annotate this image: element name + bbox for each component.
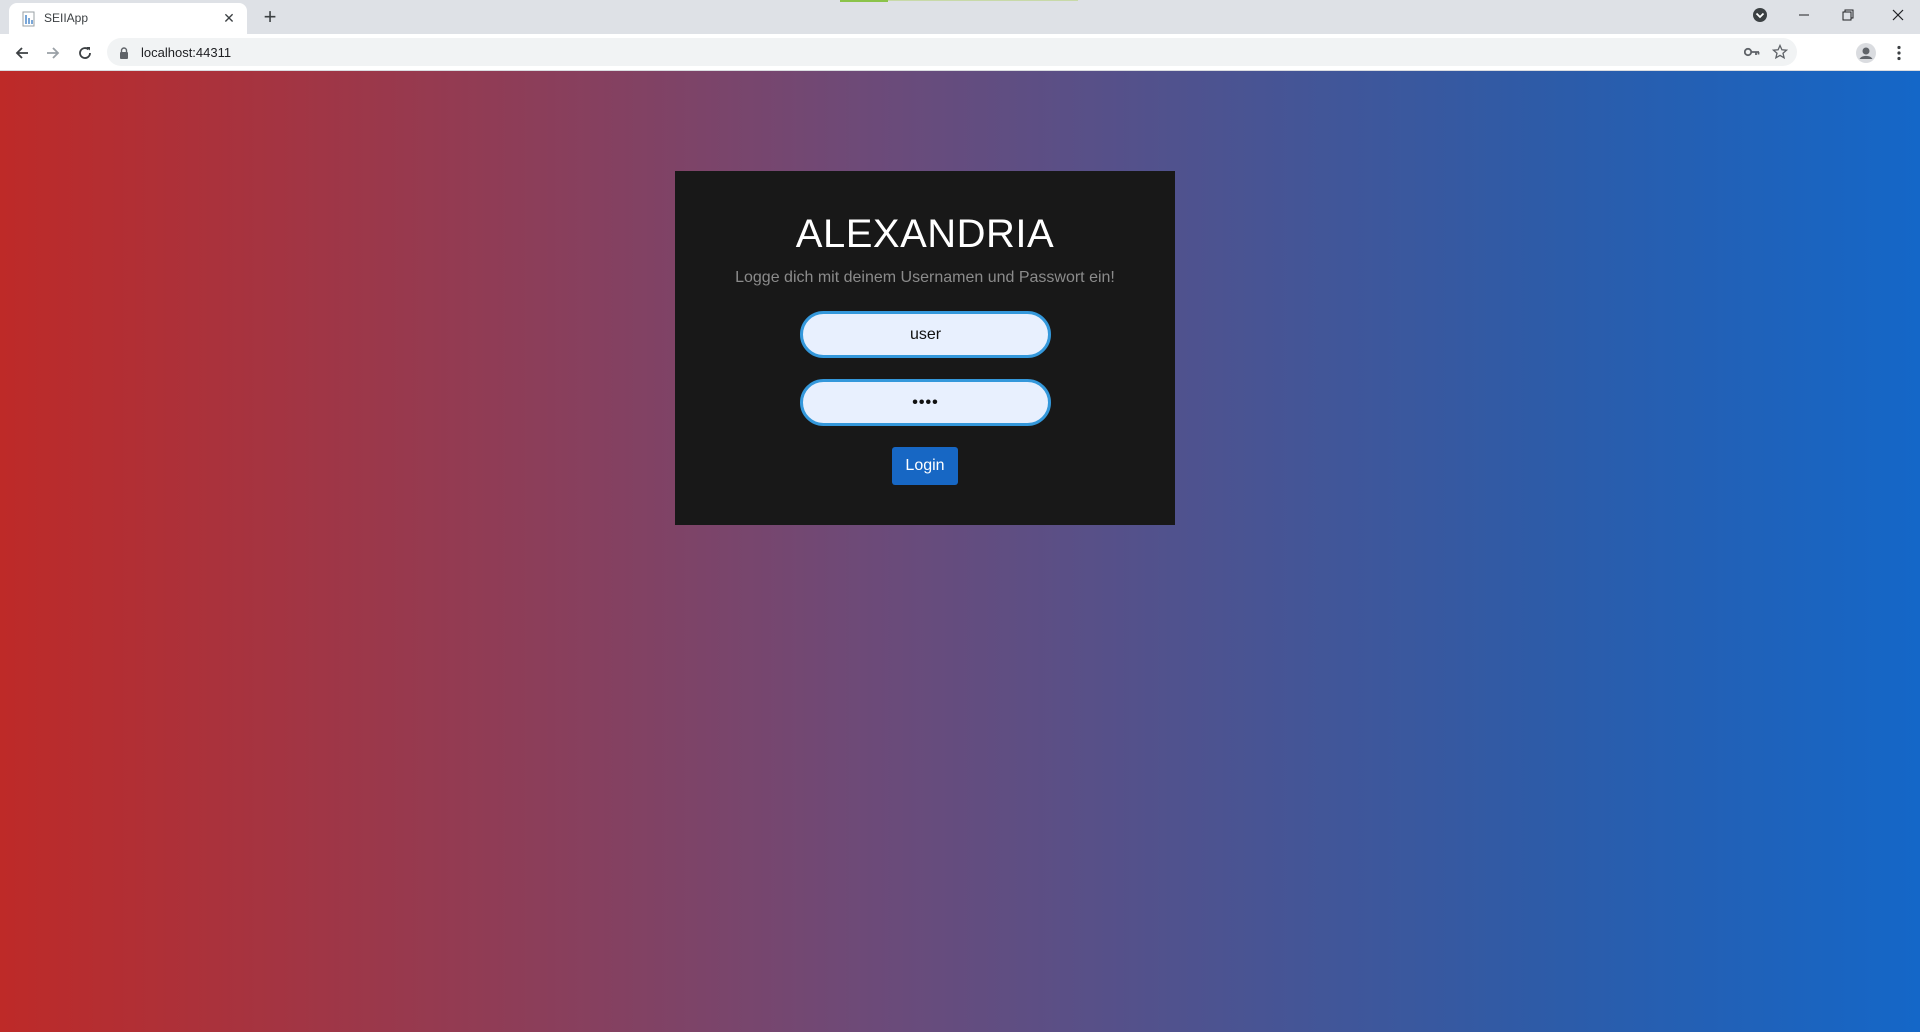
login-card: ALEXANDRIA Logge dich mit deinem Usernam…	[675, 171, 1175, 525]
tab-title: SEIIApp	[44, 11, 89, 25]
login-button[interactable]: Login	[892, 447, 958, 485]
document-icon	[21, 11, 37, 27]
password-field[interactable]	[800, 379, 1051, 426]
browser-tab[interactable]: SEIIApp ✕	[9, 3, 247, 34]
tab-strip: SEIIApp ✕ +	[0, 0, 1920, 34]
tab-close-icon[interactable]: ✕	[219, 8, 239, 28]
profile-icon[interactable]	[1853, 40, 1879, 66]
new-tab-button[interactable]: +	[258, 4, 282, 29]
page-viewport: ALEXANDRIA Logge dich mit deinem Usernam…	[0, 71, 1920, 1032]
minimize-icon[interactable]	[1782, 0, 1826, 30]
kebab-menu-icon[interactable]	[1886, 40, 1912, 66]
star-icon[interactable]	[1769, 42, 1791, 62]
forward-icon[interactable]	[39, 39, 67, 67]
url-text[interactable]: localhost:44311	[141, 45, 231, 60]
username-field[interactable]	[800, 311, 1051, 358]
login-subtitle: Logge dich mit deinem Usernamen und Pass…	[735, 269, 1115, 286]
reload-icon[interactable]	[71, 39, 99, 67]
loading-indicator	[840, 0, 888, 2]
lock-icon[interactable]	[119, 46, 129, 59]
restore-icon[interactable]	[1826, 0, 1870, 30]
address-bar[interactable]: localhost:44311	[107, 38, 1797, 66]
key-icon[interactable]	[1741, 42, 1763, 62]
close-icon[interactable]	[1876, 0, 1920, 30]
browser-toolbar: localhost:44311	[0, 34, 1920, 71]
login-title: ALEXANDRIA	[795, 212, 1055, 256]
tab-search-icon[interactable]	[1738, 0, 1782, 30]
back-icon[interactable]	[8, 39, 36, 67]
loading-indicator-track	[888, 0, 1078, 1]
